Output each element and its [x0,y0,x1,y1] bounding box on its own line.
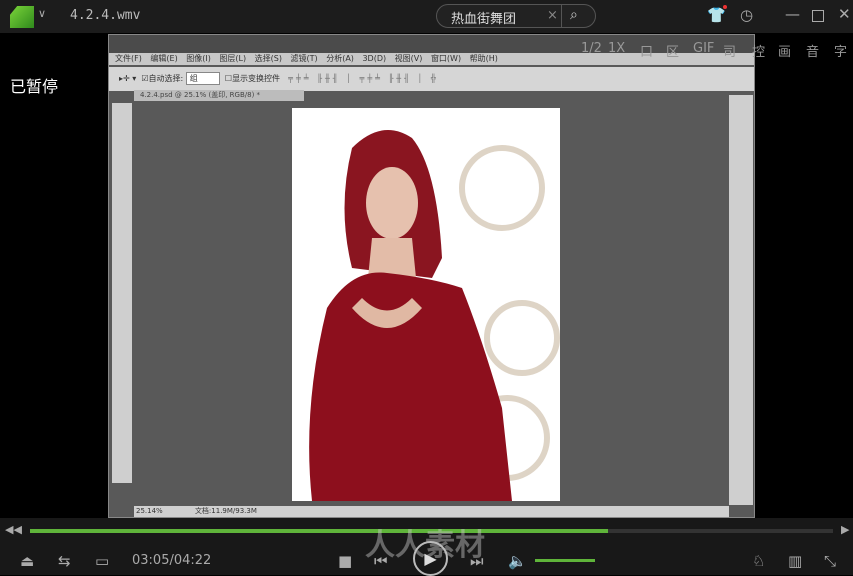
next-icon[interactable]: ⏭ [470,552,484,570]
show-transform-label: 显示变换控件 [232,74,281,83]
doc-size: 文档:11.9M/93.3M [194,507,257,515]
overlay-control[interactable]: 控 [752,41,765,60]
ps-menu-item: 分析(A) [326,54,354,63]
overlay-pip[interactable]: 口 [640,41,653,60]
ps-menu-item: 图层(L) [219,54,247,63]
eject-icon[interactable]: ⏏ [20,552,34,570]
overlay-screenshot[interactable]: 区 [666,41,679,60]
history-clock-icon[interactable]: ◷ [740,6,753,24]
ps-menu-item: 选择(S) [254,54,282,63]
overlay-subtitle[interactable]: 字 [834,41,847,60]
overlay-gif[interactable]: GIF [693,41,714,56]
rewind-icon[interactable]: ◀◀ [5,523,22,536]
forward-icon[interactable]: ▶ [841,523,849,536]
ps-menu-bar: 文件(F) 编辑(E) 图像(I) 图层(L) 选择(S) 滤镜(T) 分析(A… [109,53,754,65]
stop-icon[interactable]: ■ [338,552,352,570]
overlay-ab-item[interactable]: 1/2 [581,41,602,56]
maximize-icon[interactable] [812,10,824,22]
clear-icon[interactable]: × [547,8,558,23]
volume-icon[interactable]: 🔈 [508,552,527,570]
overlay-speed[interactable]: 1X [608,41,625,56]
ps-toolbox [112,103,132,483]
overlay-picture[interactable]: 画 [778,41,791,60]
progress-fill [30,529,609,533]
playlist-icon[interactable]: ▥ [788,552,802,570]
paused-label: 已暂停 [10,77,59,96]
skin-shirt-icon[interactable]: 👕 [707,6,726,24]
loop-icon[interactable]: ⇆ [58,552,71,570]
minimize-icon[interactable]: — [785,5,800,23]
ps-menu-item: 图像(I) [186,54,211,63]
ps-menu-item: 编辑(E) [150,54,178,63]
previous-icon[interactable]: ⏮ [374,552,388,570]
overlay-window[interactable]: 司 [723,41,736,60]
ps-canvas-image [292,108,560,501]
cast-icon[interactable]: ▭ [95,552,109,570]
overlay-audio[interactable]: 音 [806,41,819,60]
search-input[interactable]: 热血街舞团 × ⌕ [436,4,596,28]
notification-dot [723,5,727,9]
fullscreen-icon[interactable]: ⤡ [824,552,836,570]
ps-menu-item: 3D(D) [362,54,387,63]
ps-menu-item: 视图(V) [394,54,423,63]
ps-menu-item: 滤镜(T) [290,54,318,63]
search-value: 热血街舞团 [451,12,517,27]
play-button[interactable]: ▶ [413,541,448,576]
file-title: 4.2.4.wmv [70,8,141,23]
auto-select-label: 自动选择: [148,74,184,83]
video-frame-photoshop: 文件(F) 编辑(E) 图像(I) 图层(L) 选择(S) 滤镜(T) 分析(A… [108,34,755,518]
volume-slider[interactable] [535,559,595,562]
title-bar: ∨ 4.2.4.wmv 热血街舞团 × ⌕ 👕 ◷ — ✕ [0,0,853,33]
ps-menu-item: 文件(F) [115,54,142,63]
auto-select-dropdown: 组 [185,72,220,85]
ps-status-bar: 25.14% 文档:11.9M/93.3M [134,506,729,517]
ps-app-bar [109,35,754,53]
zoom-level: 25.14% [136,507,163,515]
search-icon[interactable]: ⌕ [570,7,578,23]
close-icon[interactable]: ✕ [838,5,851,23]
woman-red-dress-image [309,130,560,501]
ps-menu-item: 帮助(H) [469,54,498,63]
footprint-icon[interactable]: ♘ [752,552,765,570]
ps-document-tab: 4.2.4.psd @ 25.1% (盖印, RGB/8) * [134,90,304,101]
ps-options-bar: ▸✛ ▾ ☑自动选择: 组 ☐显示变换控件 ╤╪╧ ╟╫╢ │ ╤╪╧ ╟╫╢ … [109,67,754,91]
move-tool-icon: ▸✛ ▾ [119,74,137,83]
app-logo-icon[interactable] [10,6,34,28]
ps-right-panel [729,95,753,505]
ps-menu-item: 窗口(W) [430,54,462,63]
chevron-down-icon[interactable]: ∨ [38,7,46,20]
time-display: 03:05/04:22 [132,553,212,568]
